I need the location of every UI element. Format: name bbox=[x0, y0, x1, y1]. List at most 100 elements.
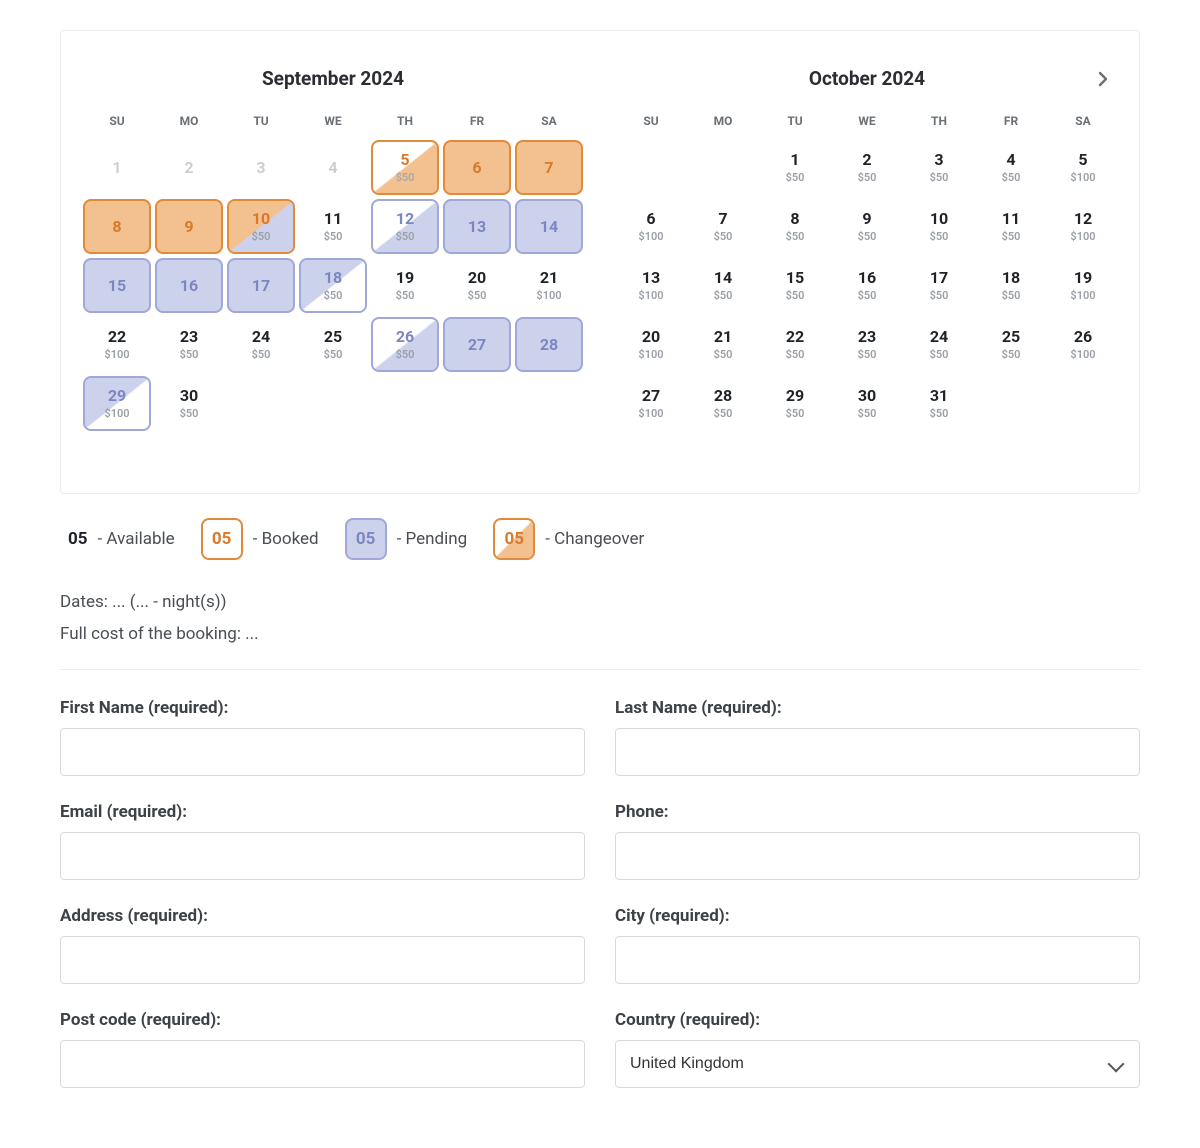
day-number: 25 bbox=[324, 329, 342, 345]
phone-field[interactable] bbox=[615, 832, 1140, 880]
calendar-day[interactable]: 11$50 bbox=[977, 199, 1045, 254]
city-field[interactable] bbox=[615, 936, 1140, 984]
calendar-day[interactable]: 12$100 bbox=[1049, 199, 1117, 254]
calendar-day[interactable]: 26$50 bbox=[371, 317, 439, 372]
calendar-day[interactable]: 8$50 bbox=[761, 199, 829, 254]
calendar-day[interactable]: 18$50 bbox=[299, 258, 367, 313]
country-field[interactable]: United Kingdom bbox=[615, 1040, 1140, 1088]
calendar-day[interactable]: 22$50 bbox=[761, 317, 829, 372]
phone-label: Phone: bbox=[615, 802, 1140, 822]
calendar-day[interactable]: 18$50 bbox=[977, 258, 1045, 313]
legend-booked-sample: 05 bbox=[201, 518, 243, 560]
calendar-day[interactable]: 30$50 bbox=[155, 376, 223, 431]
calendar-day[interactable]: 23$50 bbox=[833, 317, 901, 372]
day-number: 4 bbox=[1006, 152, 1015, 168]
day-number: 28 bbox=[714, 388, 732, 404]
calendar-day[interactable]: 20$100 bbox=[617, 317, 685, 372]
calendar-day[interactable]: 15 bbox=[83, 258, 151, 313]
first-name-field[interactable] bbox=[60, 728, 585, 776]
calendar-day[interactable]: 29$100 bbox=[83, 376, 151, 431]
calendar-day[interactable]: 4$50 bbox=[977, 140, 1045, 195]
calendar-day: 4 bbox=[299, 140, 367, 195]
calendar-day[interactable]: 17$50 bbox=[905, 258, 973, 313]
calendar-day[interactable]: 27$100 bbox=[617, 376, 685, 431]
calendar-day[interactable]: 23$50 bbox=[155, 317, 223, 372]
calendar-day[interactable]: 28$50 bbox=[689, 376, 757, 431]
calendar-day[interactable]: 20$50 bbox=[443, 258, 511, 313]
calendar-day[interactable]: 12$50 bbox=[371, 199, 439, 254]
calendar-day[interactable]: 15$50 bbox=[761, 258, 829, 313]
email-field-group: Email (required): bbox=[60, 802, 585, 880]
day-price: $50 bbox=[1002, 348, 1021, 361]
email-field[interactable] bbox=[60, 832, 585, 880]
day-price: $50 bbox=[396, 230, 415, 243]
calendar-day[interactable]: 14 bbox=[515, 199, 583, 254]
day-number: 9 bbox=[862, 211, 871, 227]
day-number: 22 bbox=[108, 329, 126, 345]
calendar-day[interactable]: 9 bbox=[155, 199, 223, 254]
legend-pending-label: - Pending bbox=[397, 529, 468, 549]
day-number: 5 bbox=[400, 152, 409, 168]
calendar-day[interactable]: 22$100 bbox=[83, 317, 151, 372]
day-number: 6 bbox=[472, 160, 481, 176]
calendar-day[interactable]: 11$50 bbox=[299, 199, 367, 254]
calendar-day[interactable]: 17 bbox=[227, 258, 295, 313]
calendar-day[interactable]: 24$50 bbox=[227, 317, 295, 372]
dow-header: MO bbox=[687, 110, 759, 138]
day-number: 13 bbox=[642, 270, 660, 286]
calendar-day[interactable]: 25$50 bbox=[299, 317, 367, 372]
day-number: 3 bbox=[256, 160, 265, 176]
calendar-day[interactable]: 19$100 bbox=[1049, 258, 1117, 313]
next-month-button[interactable] bbox=[1089, 65, 1117, 93]
calendar-day[interactable]: 24$50 bbox=[905, 317, 973, 372]
calendar-day[interactable]: 8 bbox=[83, 199, 151, 254]
calendar-day[interactable]: 30$50 bbox=[833, 376, 901, 431]
day-number: 15 bbox=[108, 278, 126, 294]
calendar-day[interactable]: 29$50 bbox=[761, 376, 829, 431]
day-number: 26 bbox=[396, 329, 414, 345]
day-number: 6 bbox=[646, 211, 655, 227]
day-price: $50 bbox=[180, 407, 199, 420]
day-number: 9 bbox=[184, 219, 193, 235]
calendar-day[interactable]: 28 bbox=[515, 317, 583, 372]
calendar-day[interactable]: 21$100 bbox=[515, 258, 583, 313]
legend-available-sample: 05 bbox=[68, 529, 88, 549]
day-price: $50 bbox=[858, 171, 877, 184]
address-field[interactable] bbox=[60, 936, 585, 984]
day-number: 28 bbox=[540, 337, 558, 353]
calendar-day[interactable]: 16 bbox=[155, 258, 223, 313]
calendar-day[interactable]: 5$100 bbox=[1049, 140, 1117, 195]
calendar-day[interactable]: 7 bbox=[515, 140, 583, 195]
country-label: Country (required): bbox=[615, 1010, 1140, 1030]
calendar-day[interactable]: 3$50 bbox=[905, 140, 973, 195]
last-name-field[interactable] bbox=[615, 728, 1140, 776]
day-price: $50 bbox=[1002, 230, 1021, 243]
calendar-day[interactable]: 26$100 bbox=[1049, 317, 1117, 372]
chevron-right-icon bbox=[1095, 71, 1111, 87]
calendar-day[interactable]: 25$50 bbox=[977, 317, 1045, 372]
calendar-day[interactable]: 16$50 bbox=[833, 258, 901, 313]
calendar-day[interactable]: 19$50 bbox=[371, 258, 439, 313]
calendar-day[interactable]: 10$50 bbox=[905, 199, 973, 254]
calendar-day[interactable]: 21$50 bbox=[689, 317, 757, 372]
calendar-day[interactable]: 6$100 bbox=[617, 199, 685, 254]
day-number: 21 bbox=[714, 329, 732, 345]
day-number: 20 bbox=[642, 329, 660, 345]
calendar-day[interactable]: 13 bbox=[443, 199, 511, 254]
calendar-day[interactable]: 14$50 bbox=[689, 258, 757, 313]
calendar-day[interactable]: 7$50 bbox=[689, 199, 757, 254]
postcode-field[interactable] bbox=[60, 1040, 585, 1088]
day-number: 27 bbox=[642, 388, 660, 404]
day-price: $50 bbox=[396, 348, 415, 361]
calendar-day[interactable]: 10$50 bbox=[227, 199, 295, 254]
calendar-day[interactable]: 2$50 bbox=[833, 140, 901, 195]
calendar-day[interactable]: 27 bbox=[443, 317, 511, 372]
calendar-day[interactable]: 13$100 bbox=[617, 258, 685, 313]
calendar-day[interactable]: 6 bbox=[443, 140, 511, 195]
calendar-day[interactable]: 5$50 bbox=[371, 140, 439, 195]
calendar-day[interactable]: 31$50 bbox=[905, 376, 973, 431]
calendar-day[interactable]: 9$50 bbox=[833, 199, 901, 254]
day-number: 2 bbox=[184, 160, 193, 176]
day-number: 27 bbox=[468, 337, 486, 353]
calendar-day[interactable]: 1$50 bbox=[761, 140, 829, 195]
